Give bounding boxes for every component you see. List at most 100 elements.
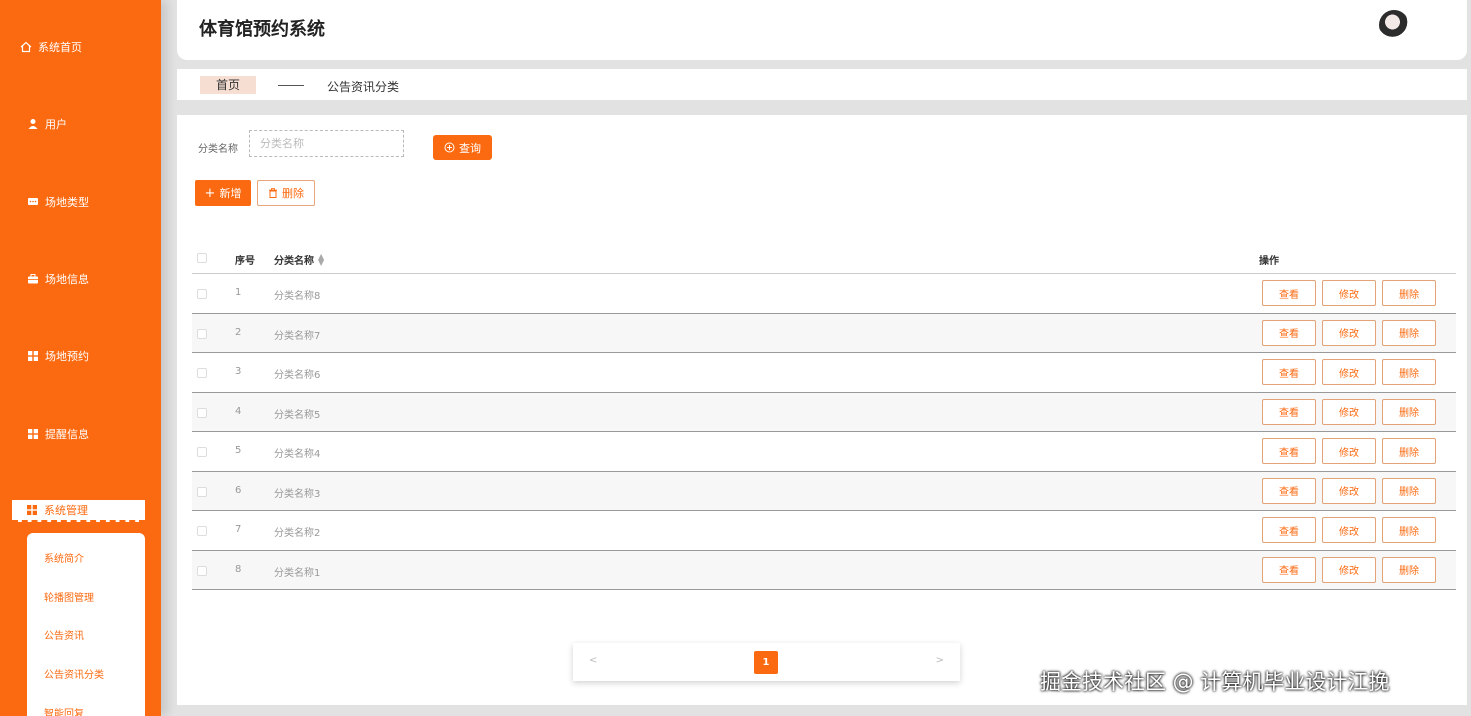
delete-button[interactable]: 删除 [1382, 398, 1436, 425]
submenu-item-intro[interactable]: 系统简介 [44, 550, 84, 565]
sidebar: 系统首页 用户 场地类型 场地信息 场地预约 提醒信息 系统管理 系统简介 轮播… [0, 0, 161, 716]
row-actions: 查看 修改 删除 [1262, 359, 1436, 385]
edit-button[interactable]: 修改 [1322, 556, 1376, 583]
top-header: 体育馆预约系统 [177, 0, 1467, 60]
row-checkbox[interactable] [197, 486, 207, 497]
view-button[interactable]: 查看 [1262, 556, 1316, 583]
edit-button[interactable]: 修改 [1322, 517, 1376, 543]
query-button[interactable]: 查询 [433, 135, 492, 160]
view-button[interactable]: 查看 [1262, 517, 1316, 543]
table-row: 5 分类名称4 查看 修改 删除 [192, 432, 1456, 472]
row-actions: 查看 修改 删除 [1262, 438, 1436, 464]
breadcrumb: 首页 公告资讯分类 [177, 69, 1467, 100]
table-row: 6 分类名称3 查看 修改 删除 [192, 471, 1456, 511]
row-actions: 查看 修改 删除 [1262, 280, 1436, 306]
view-button[interactable]: 查看 [1262, 398, 1316, 425]
select-all-checkbox[interactable] [197, 253, 207, 263]
edit-button[interactable]: 修改 [1322, 319, 1376, 346]
app-title: 体育馆预约系统 [199, 19, 325, 40]
table-row: 8 分类名称1 查看 修改 删除 [192, 550, 1456, 590]
grid-icon [27, 350, 39, 362]
sidebar-item-label: 场地信息 [45, 273, 89, 286]
row-checkbox[interactable] [197, 328, 207, 339]
sidebar-item-reminder[interactable]: 提醒信息 [27, 424, 89, 444]
header-name-label: 分类名称 [274, 256, 314, 267]
sidebar-item-user[interactable]: 用户 [27, 114, 67, 134]
submenu-item-news[interactable]: 公告资讯 [44, 627, 84, 642]
avatar[interactable] [1379, 10, 1409, 40]
batch-delete-button[interactable]: 删除 [257, 180, 315, 206]
row-index: 8 [235, 563, 242, 575]
submenu-item-carousel[interactable]: 轮播图管理 [44, 589, 94, 604]
edit-button[interactable]: 修改 [1322, 477, 1376, 504]
row-checkbox[interactable] [197, 407, 207, 418]
row-checkbox[interactable] [197, 526, 207, 536]
delete-button[interactable]: 删除 [1382, 359, 1436, 385]
view-button[interactable]: 查看 [1262, 438, 1316, 464]
sidebar-item-label: 系统管理 [44, 504, 88, 517]
query-button-label: 查询 [459, 141, 481, 155]
add-button[interactable]: + 新增 [195, 180, 251, 206]
briefcase-icon [27, 273, 39, 285]
view-button[interactable]: 查看 [1262, 359, 1316, 385]
row-checkbox[interactable] [197, 447, 207, 457]
sidebar-item-system[interactable]: 系统管理 [12, 500, 145, 522]
sort-icon[interactable]: ▲ ▼ [318, 252, 324, 266]
table-row: 2 分类名称7 查看 修改 删除 [192, 313, 1456, 353]
edit-button[interactable]: 修改 [1322, 359, 1376, 385]
row-name: 分类名称4 [274, 449, 321, 460]
prev-page-button[interactable]: < [589, 655, 597, 666]
row-index: 3 [235, 366, 242, 377]
row-index: 7 [235, 524, 242, 535]
sidebar-item-venue-type[interactable]: 场地类型 [27, 192, 89, 212]
table-header: 序号 分类名称 ▲ ▼ 操作 [192, 242, 1456, 274]
view-button[interactable]: 查看 [1262, 319, 1316, 346]
delete-button[interactable]: 删除 [1382, 319, 1436, 346]
row-checkbox[interactable] [197, 565, 207, 576]
row-index: 6 [235, 484, 242, 496]
delete-button[interactable]: 删除 [1382, 280, 1436, 306]
header-index: 序号 [235, 256, 255, 267]
header-name[interactable]: 分类名称 ▲ ▼ [274, 252, 324, 267]
sidebar-item-reservation[interactable]: 场地预约 [27, 346, 89, 366]
header-ops: 操作 [1259, 256, 1279, 267]
breadcrumb-current: 公告资讯分类 [327, 80, 400, 94]
delete-button[interactable]: 删除 [1382, 517, 1436, 543]
row-index: 4 [235, 405, 242, 417]
sidebar-item-venue-info[interactable]: 场地信息 [27, 269, 89, 289]
breadcrumb-home[interactable]: 首页 [200, 76, 256, 94]
delete-button[interactable]: 删除 [1382, 438, 1436, 464]
row-actions: 查看 修改 删除 [1262, 517, 1436, 543]
search-circle-icon [444, 142, 455, 153]
row-checkbox[interactable] [197, 368, 207, 378]
trash-icon [269, 188, 277, 198]
batch-delete-label: 删除 [282, 187, 304, 200]
row-name: 分类名称8 [274, 291, 321, 302]
table-row: 1 分类名称8 查看 修改 删除 [192, 274, 1456, 314]
grid-icon [27, 428, 39, 440]
sidebar-item-home[interactable]: 系统首页 [20, 37, 82, 57]
table-row: 7 分类名称2 查看 修改 删除 [192, 511, 1456, 551]
next-page-button[interactable]: > [936, 655, 944, 666]
edit-button[interactable]: 修改 [1322, 398, 1376, 425]
table-row: 3 分类名称6 查看 修改 删除 [192, 353, 1456, 393]
row-actions: 查看 修改 删除 [1262, 556, 1436, 583]
sidebar-item-label: 场地类型 [45, 196, 89, 209]
page-number-current[interactable]: 1 [754, 651, 778, 674]
edit-button[interactable]: 修改 [1322, 280, 1376, 306]
sidebar-item-label: 系统首页 [38, 41, 82, 54]
view-button[interactable]: 查看 [1262, 280, 1316, 306]
row-actions: 查看 修改 删除 [1262, 398, 1436, 425]
delete-button[interactable]: 删除 [1382, 556, 1436, 583]
search-input[interactable] [249, 130, 404, 157]
submenu-item-smart-reply[interactable]: 智能回复 [44, 705, 84, 716]
grid-icon [26, 504, 38, 516]
breadcrumb-separator [278, 85, 304, 86]
view-button[interactable]: 查看 [1262, 477, 1316, 504]
delete-button[interactable]: 删除 [1382, 477, 1436, 504]
submenu-item-news-category[interactable]: 公告资讯分类 [44, 666, 104, 681]
row-name: 分类名称2 [274, 528, 321, 539]
row-checkbox[interactable] [197, 289, 207, 299]
edit-button[interactable]: 修改 [1322, 438, 1376, 464]
chat-icon [27, 196, 39, 208]
